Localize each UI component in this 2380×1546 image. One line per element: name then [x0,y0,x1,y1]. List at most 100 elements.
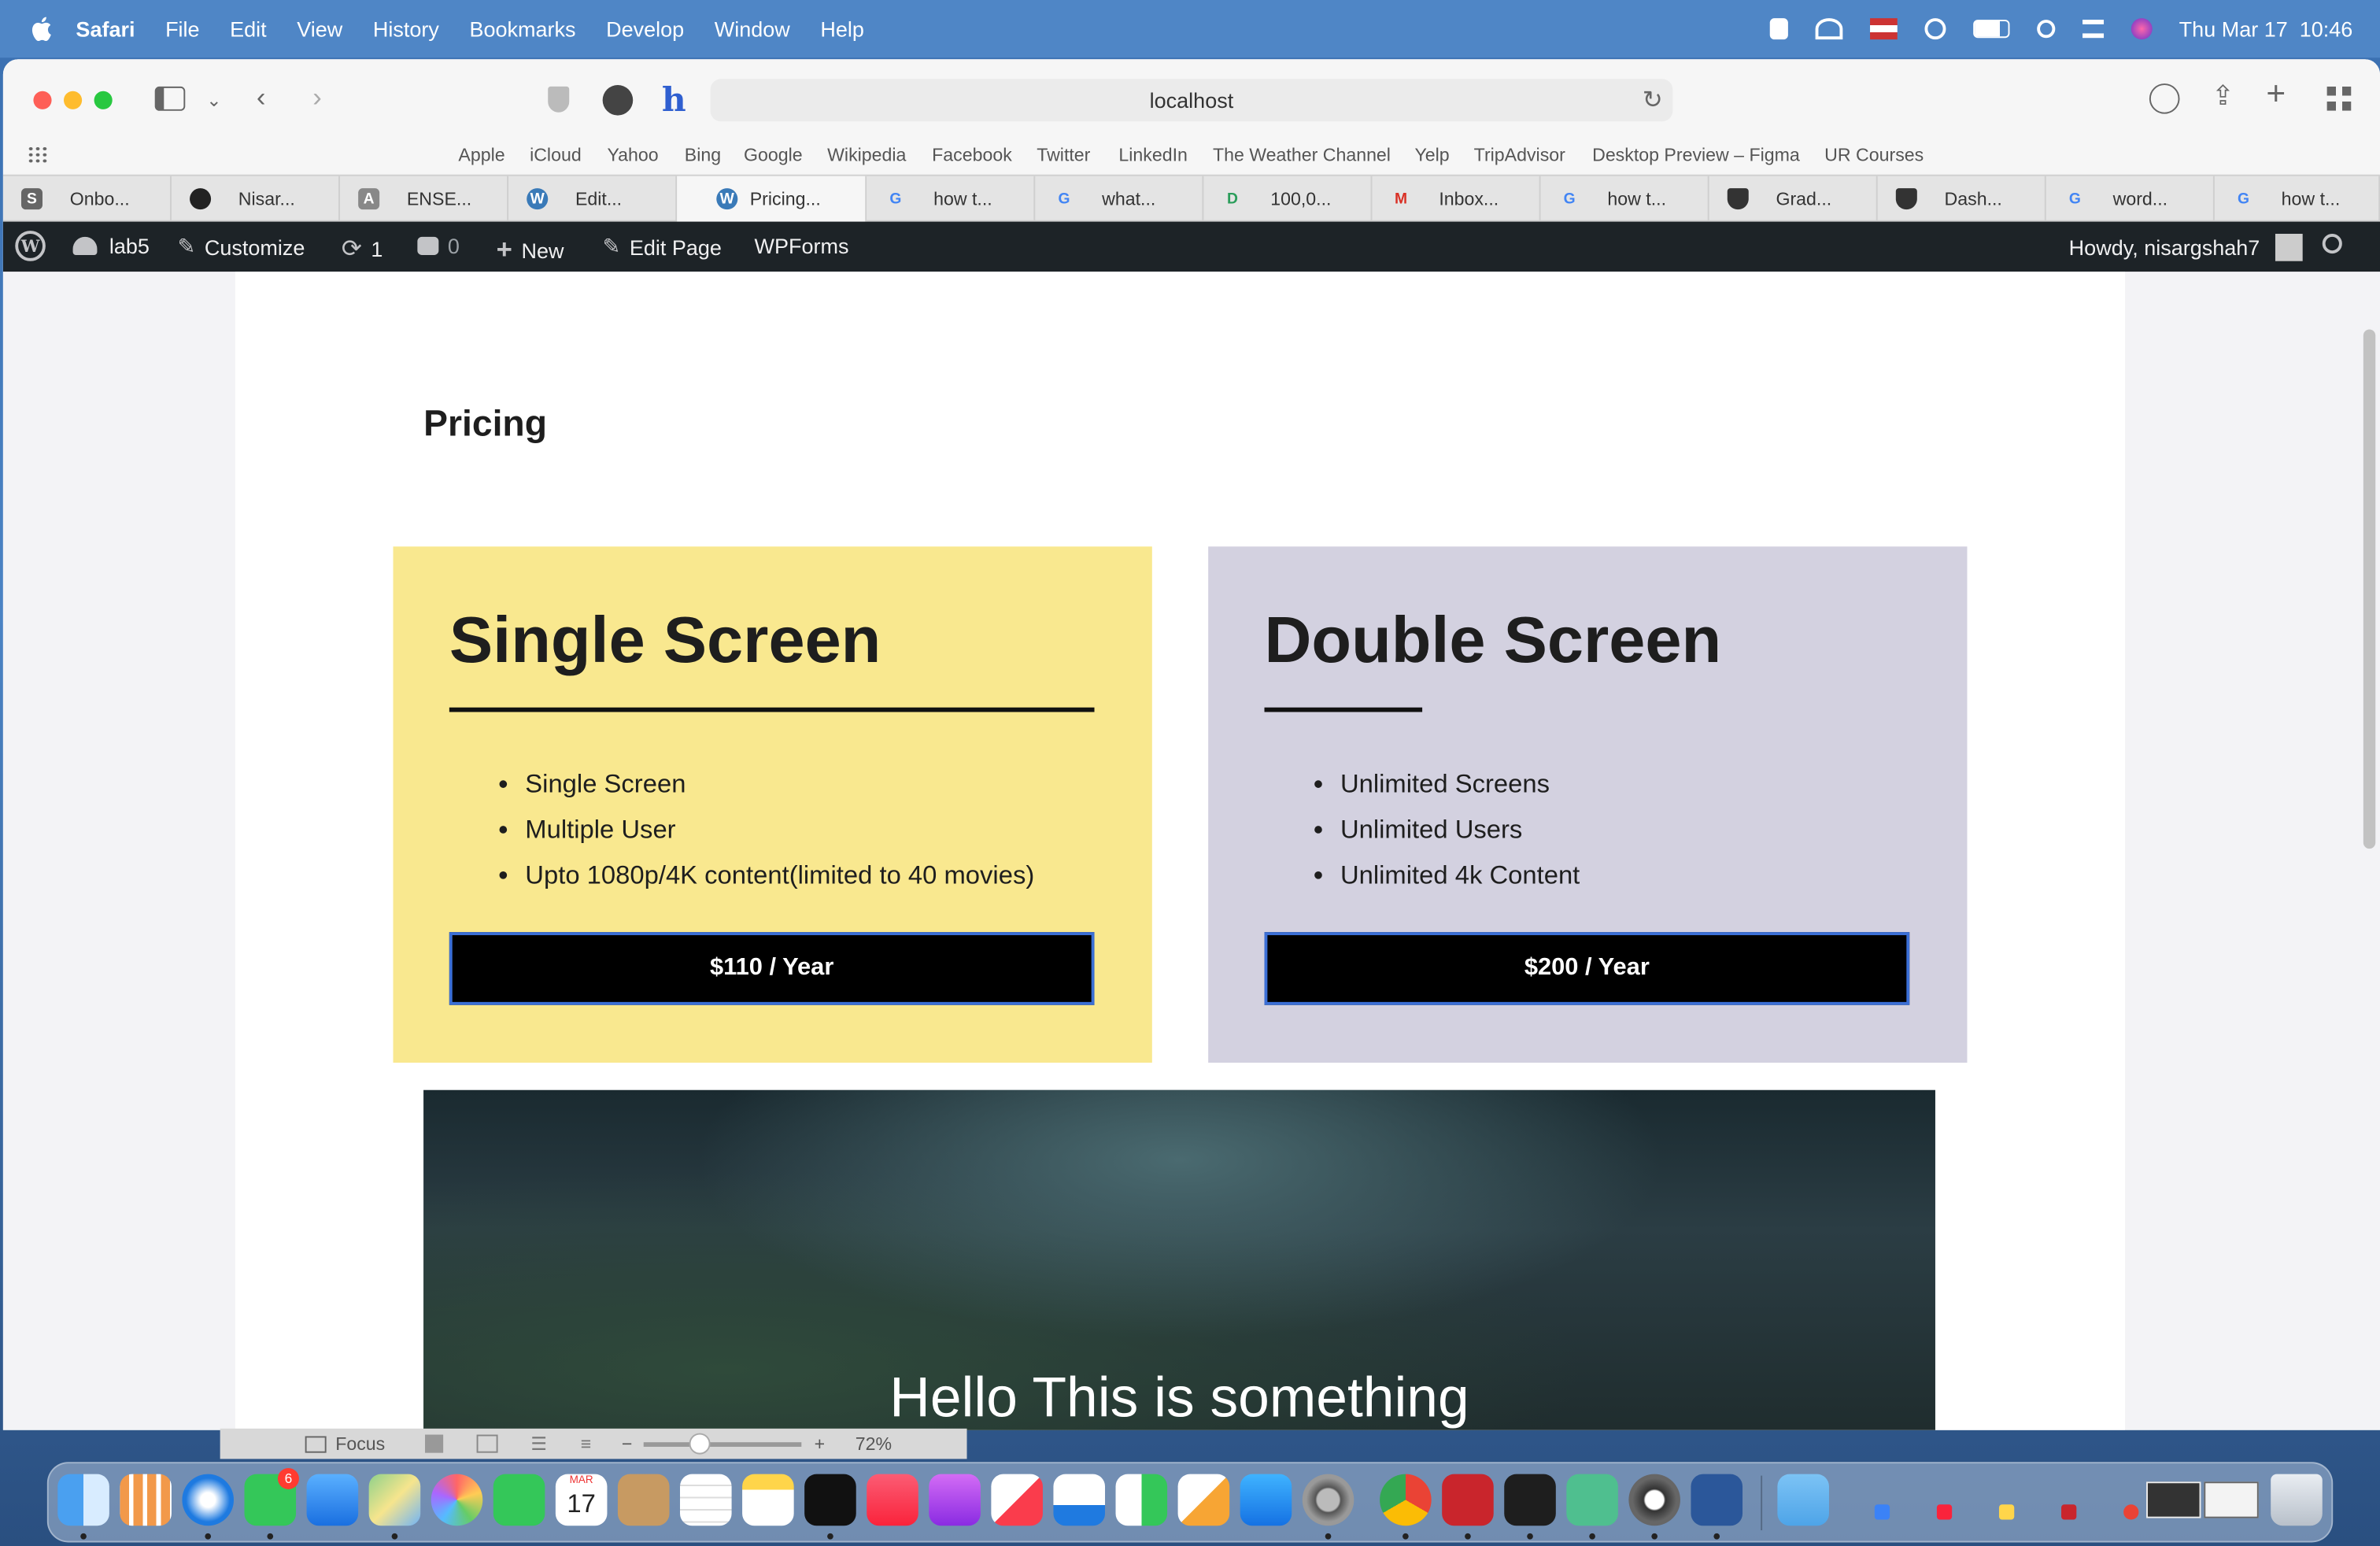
tab[interactable]: Gword... [2046,176,2215,222]
zoom-in-icon[interactable]: + [815,1433,826,1455]
downloads-icon[interactable] [2149,83,2180,114]
numbers-icon[interactable] [1115,1474,1168,1526]
new-tab-icon[interactable]: + [2266,76,2286,109]
chevron-down-icon[interactable]: ⌄ [206,85,221,116]
favorite-link[interactable]: Google [744,144,803,165]
recent-app-icon[interactable] [1874,1504,1890,1520]
tab[interactable]: W Edit... [508,176,678,222]
menu-edit[interactable]: Edit [230,17,267,41]
favorite-link[interactable]: Desktop Preview – Figma [1592,144,1800,165]
quicktime-icon[interactable] [1628,1474,1680,1526]
favorite-link[interactable]: The Weather Channel [1213,144,1391,165]
wp-new-link[interactable]: + New [497,234,564,266]
status-app-icon[interactable] [1768,18,1788,40]
apple-tv-icon[interactable] [804,1474,856,1526]
minimize-window-button[interactable] [64,91,83,109]
tab[interactable]: Ghow t... [867,176,1036,222]
favorite-link[interactable]: TripAdvisor [1474,144,1565,165]
tab[interactable]: M Inbox... [1372,176,1541,222]
wp-site-menu[interactable]: lab5 [72,234,150,258]
system-preferences-icon[interactable] [1302,1474,1354,1526]
favorite-link[interactable]: Wikipedia [827,144,906,165]
favorite-link[interactable]: Yelp [1414,144,1449,165]
share-icon[interactable]: ⇪ [2212,80,2234,111]
menu-develop[interactable]: Develop [606,17,684,41]
vpn-icon[interactable] [1814,18,1842,40]
favorite-link[interactable]: Facebook [932,144,1012,165]
address-bar[interactable]: localhost [710,79,1673,122]
back-icon[interactable]: ‹ [257,82,266,113]
tab[interactable]: S Onbo... [3,176,172,222]
recent-app-icon[interactable] [2061,1504,2077,1520]
wp-wpforms-link[interactable]: WPForms [755,234,849,258]
maps-icon[interactable] [368,1474,421,1526]
siri-icon[interactable] [2130,18,2152,40]
favorite-link[interactable]: iCloud [530,144,582,165]
chrome-icon[interactable] [1380,1474,1432,1526]
figma-icon[interactable] [1504,1474,1556,1526]
wp-search-icon[interactable] [2322,234,2342,254]
close-window-button[interactable] [33,91,52,109]
page-view-icon[interactable] [424,1434,443,1453]
recent-app-icon[interactable] [1998,1504,2015,1520]
forward-icon[interactable]: › [312,82,322,113]
keynote-icon[interactable] [1053,1474,1106,1526]
reminders-icon[interactable] [680,1474,732,1526]
apple-icon[interactable] [31,17,52,42]
screenshot-thumbnail[interactable] [2204,1481,2259,1518]
favorite-link[interactable]: LinkedIn [1118,144,1188,165]
wp-updates-link[interactable]: ⟳ 1 [342,234,382,264]
price-button[interactable]: $110 / Year [449,932,1095,1005]
screenshot-thumbnail[interactable] [2146,1481,2201,1518]
focus-icon[interactable] [305,1435,327,1452]
draft-icon[interactable]: ≡ [581,1433,592,1455]
honey-extension-icon[interactable]: h [662,80,686,120]
finder-icon[interactable] [57,1474,109,1526]
zoom-slider[interactable] [644,1432,803,1454]
zoom-window-button[interactable] [94,91,113,109]
calendar-icon[interactable]: MAR 17 [555,1474,608,1526]
pages-icon[interactable] [1177,1474,1230,1526]
extension-icon[interactable] [602,85,634,116]
favorite-link[interactable]: Yahoo [607,144,658,165]
word-icon[interactable] [1691,1474,1743,1526]
price-button[interactable]: $200 / Year [1264,932,1910,1005]
tab[interactable]: D 100,0... [1203,176,1373,222]
mail-icon[interactable] [306,1474,359,1526]
menu-datetime[interactable]: Thu Mar 17 10:46 [2179,17,2353,41]
wp-customize-link[interactable]: ✎ Customize [178,234,305,260]
control-center-icon[interactable] [2082,20,2104,39]
contacts-icon[interactable] [617,1474,670,1526]
zoom-slider-thumb[interactable] [689,1432,711,1454]
wp-edit-page-link[interactable]: ✎ Edit Page [603,234,722,260]
tab[interactable]: Gwhat... [1035,176,1204,222]
vertical-scrollbar[interactable] [2363,329,2376,849]
focus-label[interactable]: Focus [335,1433,385,1455]
menu-window[interactable]: Window [715,17,790,41]
tab[interactable]: Dash... [1878,176,2046,222]
tab-active[interactable]: W Pricing... [677,176,867,222]
tab[interactable]: A ENSE... [340,176,509,222]
notes-icon[interactable] [742,1474,794,1526]
sidebar-toggle-icon[interactable] [154,86,186,111]
photos-icon[interactable] [431,1474,483,1526]
podcasts-icon[interactable] [929,1474,981,1526]
music-icon[interactable] [867,1474,918,1526]
favorite-link[interactable]: Twitter [1037,144,1090,165]
tab[interactable]: Ghow t... [2215,176,2380,222]
chatgpt-icon[interactable] [1566,1474,1618,1526]
facetime-icon[interactable] [493,1474,545,1526]
battery-icon[interactable] [1972,20,2009,39]
launchpad-icon[interactable] [120,1474,172,1526]
spotlight-search-icon[interactable] [2036,20,2055,39]
tab[interactable]: Nisar... [172,176,341,222]
menu-app-name[interactable]: Safari [76,17,135,41]
recent-app-icon[interactable] [2123,1504,2139,1520]
menu-help[interactable]: Help [820,17,864,41]
zoom-out-icon[interactable]: − [622,1433,633,1455]
play-icon[interactable] [1924,18,1946,40]
tab-overview-icon[interactable] [2326,86,2352,111]
web-view-icon[interactable] [475,1434,497,1453]
menu-file[interactable]: File [165,17,200,41]
safari-icon[interactable] [182,1474,235,1526]
